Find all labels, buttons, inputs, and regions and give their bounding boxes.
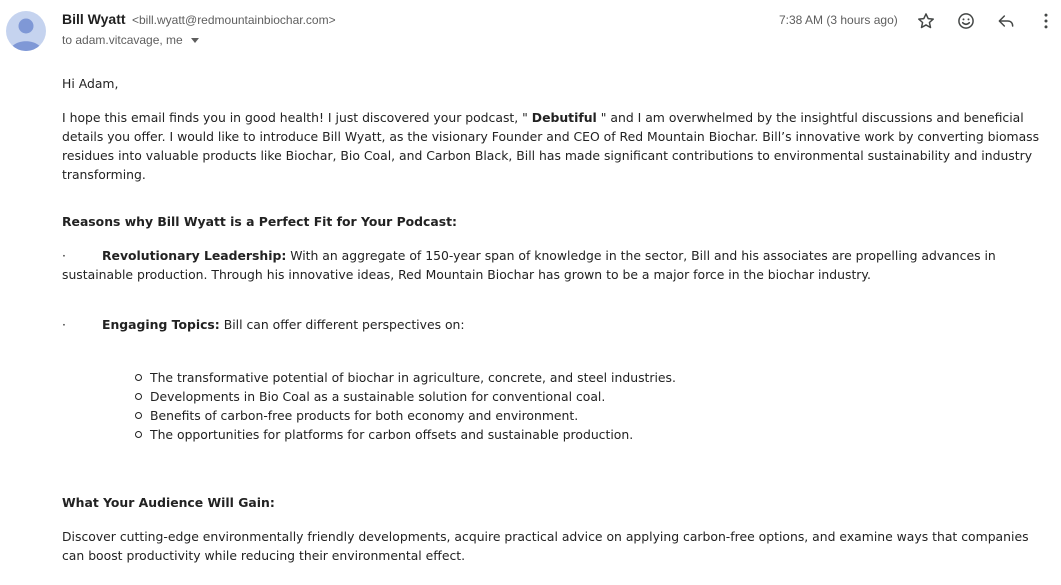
reply-button[interactable]: [993, 8, 1019, 34]
star-icon: [918, 13, 934, 29]
sender-line: Bill Wyatt <bill.wyatt@redmountainbiocha…: [62, 11, 336, 29]
more-vertical-icon: [1044, 13, 1048, 29]
reply-icon: [998, 15, 1014, 27]
email-greeting: Hi Adam,: [62, 76, 119, 91]
podcast-name: Debutiful: [531, 110, 597, 125]
topics-list: The transformative potential of biochar …: [132, 368, 676, 444]
topic-item: The transformative potential of biochar …: [132, 368, 676, 387]
bullet-marker: ·: [62, 248, 66, 263]
caret-down-icon[interactable]: [190, 37, 199, 43]
bullet-text: Bill can offer different perspectives on…: [219, 317, 465, 332]
bullet-marker: ·: [62, 317, 66, 332]
star-button[interactable]: [913, 8, 939, 34]
bullet-title: Revolutionary Leadership:: [102, 248, 287, 263]
sender-avatar[interactable]: [6, 11, 46, 51]
gain-heading: What Your Audience Will Gain:: [62, 495, 275, 510]
intro-paragraph: I hope this email finds you in good heal…: [62, 108, 1052, 184]
bullet-leadership: · Revolutionary Leadership: With an aggre…: [62, 246, 1052, 284]
default-avatar-icon: [10, 18, 42, 51]
more-options-button[interactable]: [1033, 8, 1059, 34]
recipient-line: to adam.vitcavage, me: [62, 33, 199, 47]
topic-item: The opportunities for platforms for carb…: [132, 425, 676, 444]
bullet-title: Engaging Topics:: [102, 317, 220, 332]
topic-item: Developments in Bio Coal as a sustainabl…: [132, 387, 676, 406]
emoji-reaction-icon: [958, 13, 974, 29]
add-reaction-button[interactable]: [953, 8, 979, 34]
bullet-topics: · Engaging Topics: Bill can offer differe…: [62, 315, 1052, 334]
intro-text-start: I hope this email finds you in good heal…: [62, 110, 532, 125]
gain-paragraph: Discover cutting-edge environmentally fr…: [62, 529, 1029, 563]
sender-name[interactable]: Bill Wyatt: [62, 11, 126, 27]
sender-email: <bill.wyatt@redmountainbiochar.com>: [131, 13, 336, 27]
reasons-heading: Reasons why Bill Wyatt is a Perfect Fit …: [62, 214, 457, 229]
email-timestamp: 7:38 AM (3 hours ago): [779, 13, 898, 27]
recipients-text: to adam.vitcavage, me: [62, 33, 183, 47]
topic-item: Benefits of carbon-free products for bot…: [132, 406, 676, 425]
